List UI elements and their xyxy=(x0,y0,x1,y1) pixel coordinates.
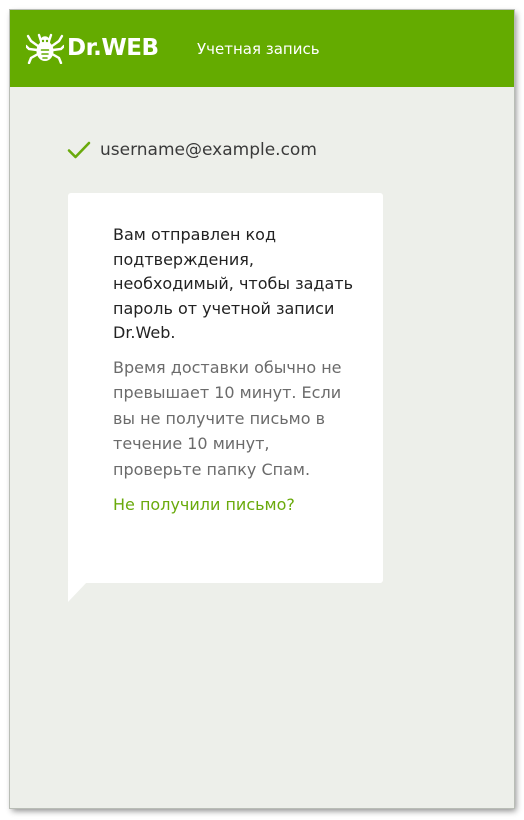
message-card: Вам отправлен код подтверждения, необход… xyxy=(68,193,383,583)
delivery-note: Время доставки обычно не превышает 10 ми… xyxy=(113,357,342,479)
brand-logo: Dr.WEB xyxy=(26,32,159,64)
check-icon xyxy=(67,141,91,159)
message-card-body: Вам отправлен код подтверждения, необход… xyxy=(113,223,358,517)
app-window: Dr.WEB Учетная запись username@example.c… xyxy=(10,10,514,808)
account-row: username@example.com xyxy=(66,136,317,164)
account-email: username@example.com xyxy=(100,140,317,160)
header-bar: Dr.WEB Учетная запись xyxy=(10,10,514,87)
confirmation-message: Вам отправлен код подтверждения, необход… xyxy=(113,225,354,342)
brand-name: Dr.WEB xyxy=(67,35,159,61)
speech-bubble-tail xyxy=(68,581,88,602)
page-title: Учетная запись xyxy=(197,40,320,58)
resend-email-link[interactable]: Не получили письмо? xyxy=(113,493,295,517)
spider-logo-icon xyxy=(26,33,64,64)
